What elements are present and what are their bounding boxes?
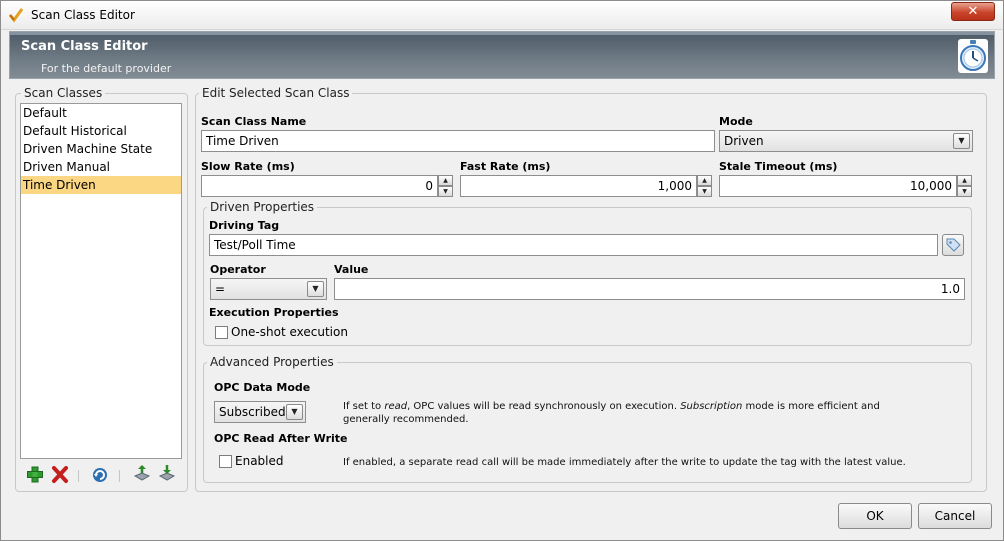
spin-up-icon[interactable]: ▲ [697,175,712,186]
mode-value: Driven [724,134,764,148]
chevron-down-icon[interactable]: ▼ [286,404,303,420]
stale-timeout-field[interactable]: 10,000 [719,175,957,197]
driving-tag-field[interactable]: Test/Poll Time [209,234,938,256]
header-title: Scan Class Editor [21,39,148,54]
help-text-italic: read [384,401,408,412]
spin-up-icon[interactable]: ▲ [438,175,453,186]
opc-data-mode-label: OPC Data Mode [214,381,311,394]
spin-up-icon[interactable]: ▲ [957,175,972,186]
help-text-italic: Subscription [680,401,743,412]
chevron-down-icon[interactable]: ▼ [953,133,970,149]
slow-rate-stepper[interactable]: ▲ ▼ [438,175,453,197]
stale-timeout-label: Stale Timeout (ms) [719,160,838,173]
header-banner: Scan Class Editor For the default provid… [9,31,995,79]
opc-data-mode-value: Subscribed [219,405,286,419]
opc-data-mode-dropdown[interactable]: Subscribed ▼ [214,401,306,423]
one-shot-checkbox[interactable] [215,326,228,339]
opc-data-mode-help: If set to read, OPC values will be read … [343,400,903,426]
one-shot-label: One-shot execution [231,325,348,339]
cancel-button[interactable]: Cancel [918,503,992,529]
operator-label: Operator [210,263,266,276]
delete-icon[interactable] [51,464,69,484]
header-subtitle: For the default provider [41,62,172,75]
driving-tag-label: Driving Tag [209,219,280,232]
slow-rate-label: Slow Rate (ms) [201,160,295,173]
scan-class-name-label: Scan Class Name [201,115,307,128]
tag-icon [946,238,961,252]
list-item[interactable]: Driven Manual [21,158,181,176]
toolbar-separator [78,470,79,482]
refresh-icon[interactable] [91,464,109,484]
enabled-label: Enabled [235,454,284,468]
import-icon[interactable] [158,464,176,484]
scan-class-name-field[interactable]: Time Driven [201,130,715,152]
advanced-properties-legend: Advanced Properties [207,355,337,369]
opc-read-after-write-label: OPC Read After Write [214,432,348,445]
checkmark-icon [8,8,24,23]
scan-classes-list[interactable]: Default Default Historical Driven Machin… [20,103,182,459]
spin-down-icon[interactable]: ▼ [957,186,972,197]
edit-scan-class-legend: Edit Selected Scan Class [199,86,353,100]
list-item[interactable]: Default [21,104,181,122]
stopwatch-icon [958,39,988,73]
tag-browse-button[interactable] [942,234,964,256]
ok-button[interactable]: OK [838,503,912,529]
operator-value: = [215,282,226,296]
title-bar: Scan Class Editor ✕ [1,1,1003,30]
operator-dropdown[interactable]: = ▼ [210,278,327,300]
list-item-selected[interactable]: Time Driven [21,176,181,194]
toolbar-separator [119,470,120,482]
close-button[interactable]: ✕ [951,2,995,21]
help-text: , OPC values will be read synchronously … [407,401,681,412]
fast-rate-field[interactable]: 1,000 [460,175,697,197]
help-text: If set to [343,401,385,412]
driven-properties-legend: Driven Properties [207,200,318,214]
value-field[interactable]: 1.0 [334,278,965,300]
fast-rate-label: Fast Rate (ms) [460,160,551,173]
spin-down-icon[interactable]: ▼ [438,186,453,197]
window-title: Scan Class Editor [31,8,135,22]
export-icon[interactable] [133,464,151,484]
list-item[interactable]: Default Historical [21,122,181,140]
enabled-help: If enabled, a separate read call will be… [343,457,906,468]
header-strip [10,32,994,35]
scan-class-editor-window: Scan Class Editor ✕ Scan Class Editor Fo… [0,0,1004,541]
slow-rate-field[interactable]: 0 [201,175,438,197]
fast-rate-stepper[interactable]: ▲ ▼ [697,175,712,197]
chevron-down-icon[interactable]: ▼ [307,281,324,297]
execution-properties-label: Execution Properties [209,306,339,319]
mode-dropdown[interactable]: Driven ▼ [719,130,973,152]
value-label: Value [334,263,369,276]
list-item[interactable]: Driven Machine State [21,140,181,158]
scan-classes-legend: Scan Classes [21,86,106,100]
stale-timeout-stepper[interactable]: ▲ ▼ [957,175,972,197]
enabled-checkbox[interactable] [219,455,232,468]
spin-down-icon[interactable]: ▼ [697,186,712,197]
add-icon[interactable] [26,464,44,484]
mode-label: Mode [719,115,753,128]
